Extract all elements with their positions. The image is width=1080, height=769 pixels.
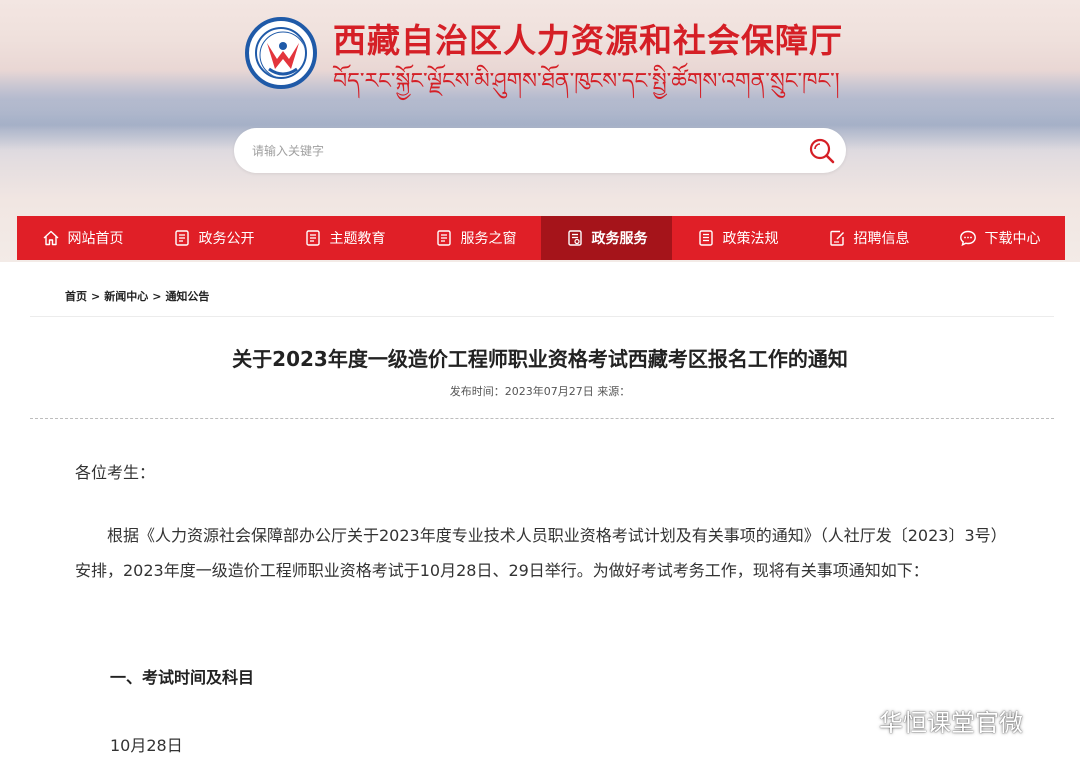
main-nav: 网站首页 政务公开 主题教育 服务之窗 政务服务 政策法规 招聘信息 下载中心: [17, 216, 1065, 260]
search-bar: [234, 128, 846, 173]
breadcrumb: 首页 > 新闻中心 > 通知公告: [65, 288, 209, 304]
article-title: 关于2023年度一级造价工程师职业资格考试西藏考区报名工作的通知: [232, 347, 848, 371]
nav-item-download-center[interactable]: 下载中心: [934, 216, 1065, 260]
document-icon: [174, 230, 189, 246]
article-paragraph: 根据《人力资源社会保障部办公厅关于2023年度专业技术人员职业资格考试计划及有关…: [75, 526, 1007, 580]
article-section-heading: 一、考试时间及科目: [110, 668, 255, 687]
article-meta: 发布时间：2023年07月27日 来源：: [449, 385, 631, 398]
nav-item-gov-affairs-open[interactable]: 政务公开: [148, 216, 279, 260]
article-divider: [30, 418, 1054, 419]
nav-item-label: 主题教育: [329, 231, 386, 247]
watermark-text: 华恒课堂官微: [879, 709, 1023, 737]
document-icon: [305, 230, 320, 246]
site-logo[interactable]: [245, 17, 317, 89]
document-list-icon: [567, 230, 582, 246]
nav-item-label: 政务服务: [591, 231, 648, 247]
nav-item-home[interactable]: 网站首页: [17, 216, 148, 260]
nav-item-recruitment[interactable]: 招聘信息: [803, 216, 934, 260]
breadcrumb-divider: [30, 316, 1054, 317]
wechat-icon: [836, 707, 871, 734]
search-input[interactable]: [252, 140, 792, 162]
nav-item-gov-services[interactable]: 政务服务: [541, 216, 672, 260]
logo-emblem-icon: [255, 27, 307, 79]
chat-icon: [959, 230, 976, 247]
edit-icon: [829, 230, 844, 246]
nav-item-policies-regulations[interactable]: 政策法规: [672, 216, 803, 260]
nav-item-theme-education[interactable]: 主题教育: [279, 216, 410, 260]
site-subtitle-tibetan: བོད་རང་སྐྱོང་ལྗོངས་མི་ཤུགས་ཐོན་ཁུངས་དང་ས…: [333, 69, 840, 94]
document-icon: [436, 230, 451, 246]
nav-item-label: 下载中心: [984, 231, 1041, 247]
document-list-icon: [698, 230, 713, 246]
nav-item-label: 招聘信息: [853, 231, 910, 247]
breadcrumb-news-center-link[interactable]: 新闻中心: [104, 290, 148, 303]
nav-item-label: 服务之窗: [460, 231, 517, 247]
nav-item-label: 网站首页: [67, 231, 124, 247]
nav-item-service-window[interactable]: 服务之窗: [410, 216, 541, 260]
home-icon: [43, 230, 58, 246]
breadcrumb-separator: >: [91, 290, 101, 303]
breadcrumb-separator: >: [152, 290, 162, 303]
breadcrumb-notices-link[interactable]: 通知公告: [165, 290, 209, 303]
nav-item-label: 政策法规: [722, 231, 779, 247]
breadcrumb-home-link[interactable]: 首页: [65, 290, 87, 303]
wechat-watermark: 华恒课堂官微: [835, 703, 1023, 738]
nav-item-label: 政务公开: [198, 231, 255, 247]
search-icon[interactable]: [808, 137, 836, 165]
site-title: 西藏自治区人力资源和社会保障厅: [333, 21, 843, 60]
article-greeting: 各位考生：: [75, 463, 156, 482]
